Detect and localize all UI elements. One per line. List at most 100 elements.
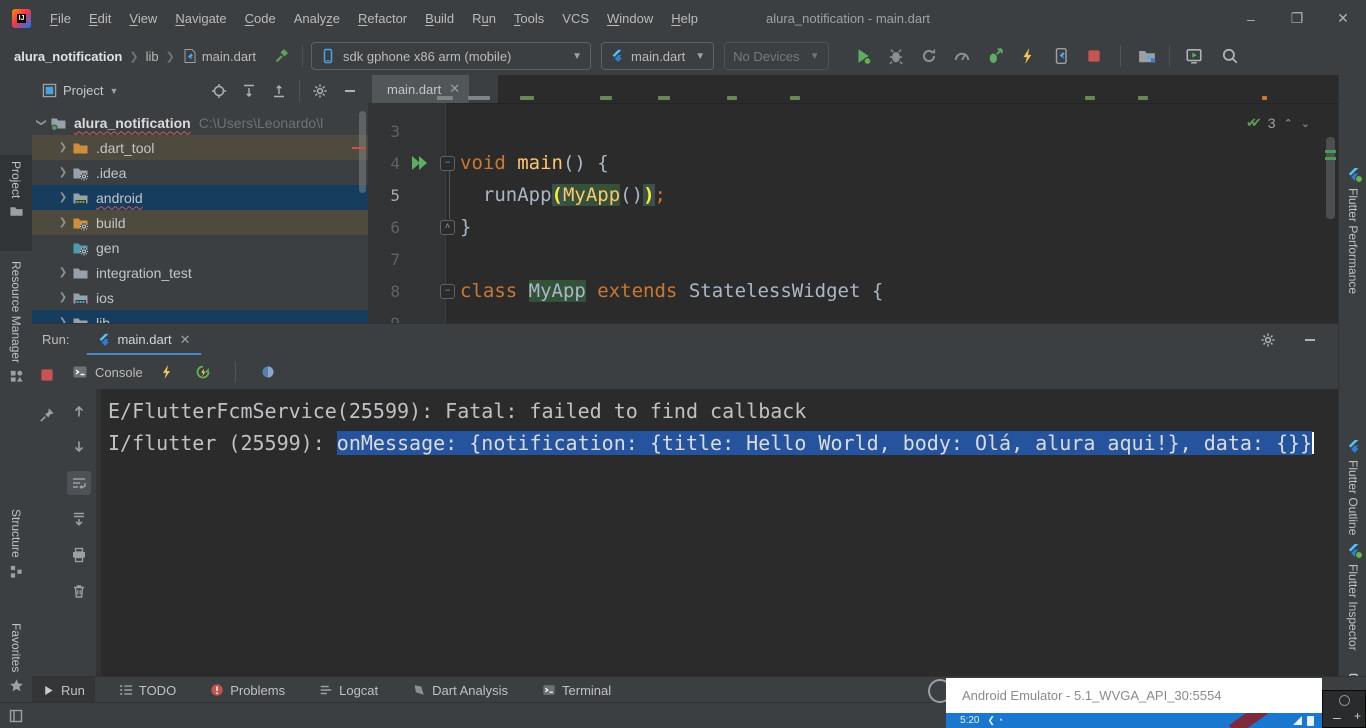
menu-code[interactable]: Code: [236, 11, 285, 26]
chevron-icon[interactable]: ❯: [36, 114, 47, 132]
close-icon[interactable]: ✕: [449, 81, 460, 97]
close-icon[interactable]: ✕: [1320, 0, 1366, 37]
chevron-icon[interactable]: ❯: [54, 217, 72, 228]
tree-row-dot-idea[interactable]: ❯.idea: [32, 160, 368, 185]
tool-window-switcher-icon[interactable]: [8, 708, 24, 724]
menu-window[interactable]: Window: [598, 11, 662, 26]
flutter-device-dropdown[interactable]: No Devices ▼: [724, 42, 828, 70]
tree-row-integration_test[interactable]: ❯integration_test: [32, 260, 368, 285]
minimize-icon[interactable]: –: [1228, 0, 1274, 37]
tool-window-button-terminal[interactable]: Terminal: [532, 677, 621, 703]
pin-icon[interactable]: [35, 403, 59, 427]
clear-icon[interactable]: [67, 579, 91, 603]
device-selector-dropdown[interactable]: sdk gphone x86 arm (mobile) ▼: [311, 42, 591, 70]
hide-icon[interactable]: [1298, 328, 1322, 352]
gauge-icon[interactable]: [950, 44, 974, 68]
project-scrollbar[interactable]: [359, 111, 366, 193]
emulator-volume-down-icon[interactable]: –: [1333, 709, 1341, 725]
emulator-side-toolbar[interactable]: – +: [1322, 690, 1366, 728]
project-view-selector[interactable]: Project ▼: [42, 83, 118, 98]
tool-window-button-dart-analysis[interactable]: Dart Analysis: [402, 677, 518, 703]
emulator-volume-up-icon[interactable]: +: [1354, 709, 1361, 723]
stripe-item-resource-manager[interactable]: Resource Manager: [0, 255, 32, 467]
scroll-up-icon[interactable]: [67, 399, 91, 423]
tree-row-dot-dart_tool[interactable]: ❯.dart_tool: [32, 135, 368, 160]
inspections-widget[interactable]: ✔✔ 3 ⌃ ⌄: [1246, 115, 1310, 131]
profile-icon[interactable]: [917, 44, 941, 68]
menu-edit[interactable]: Edit: [80, 11, 120, 26]
emulator-icon[interactable]: [1182, 44, 1206, 68]
breadcrumb-lib[interactable]: lib: [146, 49, 159, 64]
editor[interactable]: main.dart ✕ 34−56˄78−9 void main() { run…: [368, 75, 1338, 323]
tree-row-ios[interactable]: ❯ios: [32, 285, 368, 310]
hot-restart-icon[interactable]: [191, 360, 215, 384]
stop-icon[interactable]: [35, 363, 59, 387]
flutter-device-icon[interactable]: [1049, 44, 1073, 68]
stripe-item-project[interactable]: Project: [0, 155, 32, 251]
breadcrumb-alura_notification[interactable]: alura_notification: [14, 49, 122, 64]
hot-reload-icon[interactable]: [155, 360, 179, 384]
menu-build[interactable]: Build: [416, 11, 463, 26]
settings-icon[interactable]: [308, 79, 332, 103]
debug-icon[interactable]: [884, 44, 908, 68]
expand-all-icon[interactable]: [237, 79, 261, 103]
locate-icon[interactable]: [207, 79, 231, 103]
menu-file[interactable]: File: [41, 11, 80, 26]
settings-icon[interactable]: [1256, 328, 1280, 352]
menu-run[interactable]: Run: [463, 11, 505, 26]
tree-row-lib[interactable]: ❯lib: [32, 310, 368, 323]
menu-navigate[interactable]: Navigate: [166, 11, 235, 26]
run-header-actions: [1256, 328, 1322, 352]
maximize-icon[interactable]: ❐: [1274, 0, 1320, 37]
tree-row-build[interactable]: ❯build: [32, 210, 368, 235]
stripe-item-structure[interactable]: Structure: [0, 503, 32, 617]
menu-refactor[interactable]: Refactor: [349, 11, 416, 26]
breadcrumb-main.dart[interactable]: main.dart: [182, 48, 256, 64]
soft-wrap-icon[interactable]: [67, 471, 91, 495]
device-file-explorer-icon[interactable]: [1135, 44, 1159, 68]
hide-icon[interactable]: [338, 79, 362, 103]
chevron-icon[interactable]: ❯: [54, 292, 72, 303]
devtools-icon[interactable]: [256, 360, 280, 384]
collapse-all-icon[interactable]: [267, 79, 291, 103]
prev-issue-icon[interactable]: ⌃: [1284, 117, 1293, 130]
tree-row-android[interactable]: ❯android: [32, 185, 368, 210]
code-area[interactable]: void main() { runApp(MyApp());}class MyA…: [368, 115, 1324, 323]
editor-tab-main-dart[interactable]: main.dart ✕: [372, 75, 469, 103]
stripe-item-flutter-inspector[interactable]: Flutter Inspector: [1339, 537, 1366, 679]
run-config-dropdown[interactable]: main.dart ▼: [601, 42, 714, 70]
menu-analyze[interactable]: Analyze: [285, 11, 349, 26]
print-icon[interactable]: [67, 543, 91, 567]
run-icon[interactable]: [851, 44, 875, 68]
console-output[interactable]: E/FlutterFcmService(25599): Fatal: faile…: [96, 389, 1338, 677]
next-issue-icon[interactable]: ⌄: [1301, 117, 1310, 130]
menu-tools[interactable]: Tools: [505, 11, 553, 26]
close-icon[interactable]: ✕: [180, 332, 191, 348]
console-tab[interactable]: Console: [72, 364, 143, 380]
chevron-icon[interactable]: ❯: [54, 192, 72, 203]
tree-row-root[interactable]: ❯alura_notificationC:\Users\Leonardo\l: [32, 110, 368, 135]
chevron-icon[interactable]: ❯: [54, 267, 72, 278]
tree-row-gen[interactable]: gen: [32, 235, 368, 260]
dart-icon: [412, 683, 426, 697]
tool-window-button-run[interactable]: Run: [32, 677, 95, 703]
tool-window-button-todo[interactable]: TODO: [109, 677, 186, 703]
stop-icon[interactable]: [1082, 44, 1106, 68]
tool-window-button-logcat[interactable]: Logcat: [309, 677, 388, 703]
menu-help[interactable]: Help: [662, 11, 707, 26]
chevron-icon[interactable]: ❯: [54, 142, 72, 153]
build-hammer-icon[interactable]: [270, 44, 294, 68]
run-tab-main-dart[interactable]: main.dart ✕: [87, 324, 200, 355]
search-icon[interactable]: [1218, 44, 1242, 68]
stripe-item-flutter-performance[interactable]: Flutter Performance: [1339, 161, 1366, 333]
emulator-title-bar[interactable]: Android Emulator - 5.1_WVGA_API_30:5554: [946, 678, 1322, 713]
scroll-down-icon[interactable]: [67, 435, 91, 459]
emulator-power-icon[interactable]: [1339, 695, 1350, 706]
menu-view[interactable]: View: [120, 11, 166, 26]
attach-debugger-icon[interactable]: [983, 44, 1007, 68]
tool-window-button-problems[interactable]: Problems: [200, 677, 295, 703]
hot-reload-icon[interactable]: [1016, 44, 1040, 68]
menu-vcs[interactable]: VCS: [553, 11, 598, 26]
chevron-icon[interactable]: ❯: [54, 167, 72, 178]
scroll-to-end-icon[interactable]: [67, 507, 91, 531]
